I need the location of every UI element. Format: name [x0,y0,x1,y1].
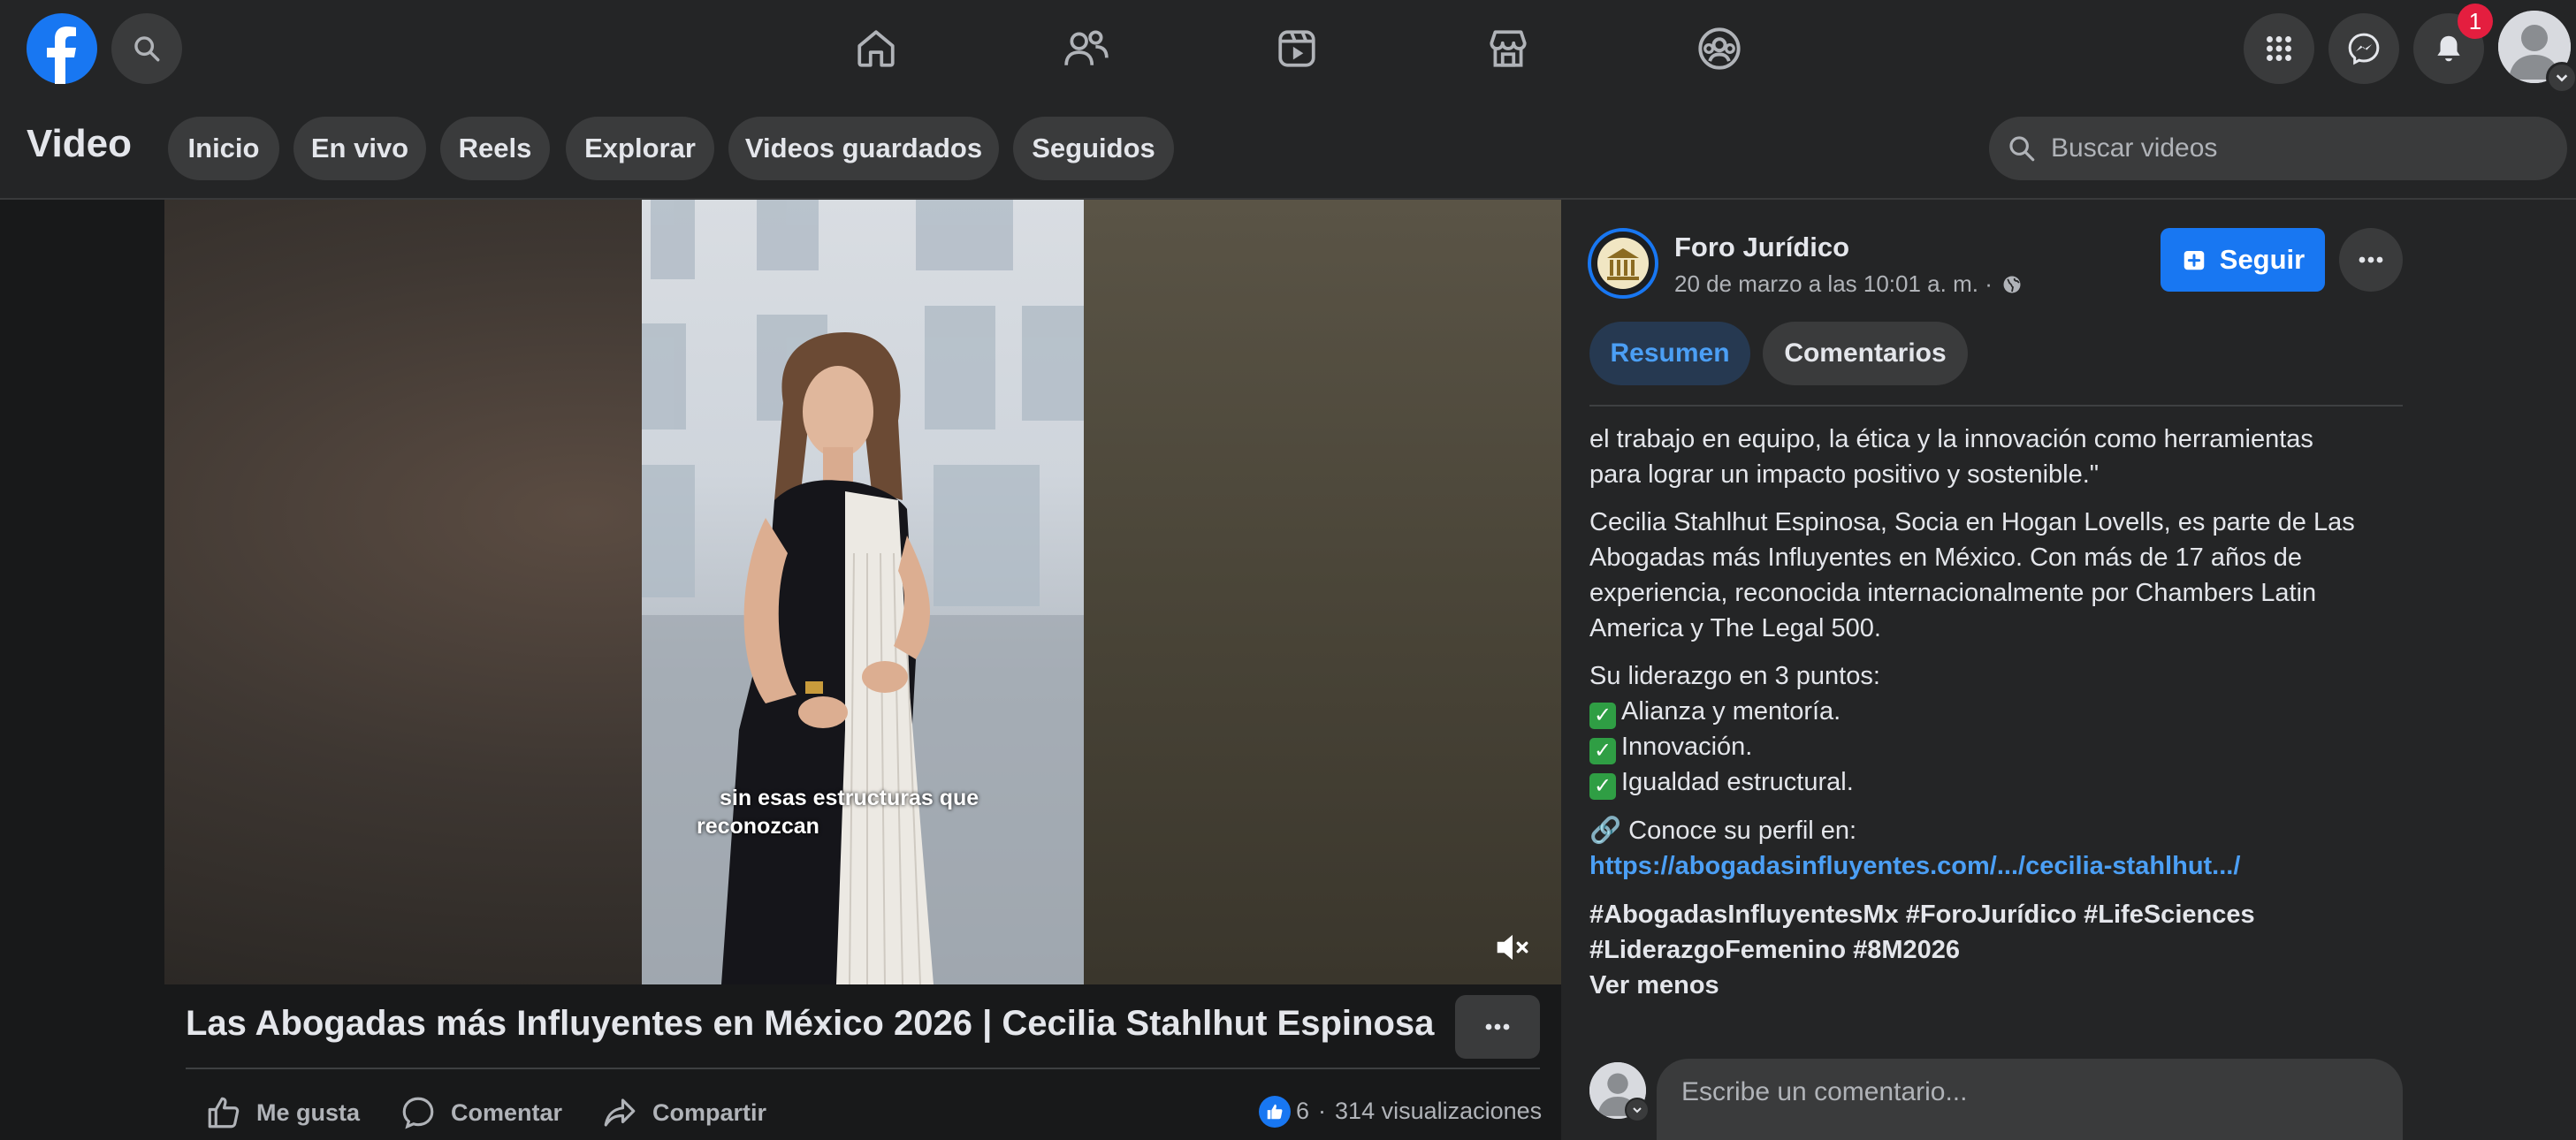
leadership-point: ✓ Innovación. [1589,729,2420,764]
pill-seguidos[interactable]: Seguidos [1013,117,1174,180]
watch-icon [1278,30,1315,67]
check-mark-icon: ✓ [1589,773,1616,800]
description-line: el trabajo en equipo, la ética y la inno… [1589,425,2313,453]
like-button[interactable]: Me gusta [205,1091,360,1135]
description-line: para lograr un impacto positivo y sosten… [1589,460,2100,489]
profile-label: 🔗 Conoce su perfil en: [1589,817,1857,845]
thumbs-up-filled-icon [1267,1104,1283,1120]
follow-label: Seguir [2219,244,2305,275]
pill-en-vivo[interactable]: En vivo [293,117,426,180]
facebook-logo[interactable] [27,13,97,84]
chevron-down-icon [1633,1107,1642,1113]
nav-home[interactable] [827,0,925,97]
search-icon [2009,136,2035,162]
bell-icon [2437,35,2460,62]
video-frame[interactable] [642,200,1084,984]
nav-groups[interactable] [1671,0,1768,97]
view-count: 314 visualizaciones [1335,1098,1543,1124]
video-blurred-background [1084,200,1561,984]
hashtags-line[interactable]: #AbogadasInfluyentesMx #ForoJurídico #Li… [1589,897,2420,932]
nav-watch[interactable] [1248,0,1345,97]
foro-juridico-logo-icon [1597,238,1649,289]
comment-input[interactable] [1680,1076,2373,1108]
notification-badge: 1 [2458,4,2493,39]
video-caption-line-1: sin esas estructuras que [720,786,979,810]
check-mark-icon: ✓ [1589,703,1616,729]
more-dots-icon [2359,256,2383,263]
messenger-button[interactable] [2328,13,2399,84]
follow-page-icon [2184,251,2205,270]
hashtags-section: #AbogadasInfluyentesMx #ForoJurídico #Li… [1589,897,2420,1003]
leadership-point: ✓ Alianza y mentoría. [1589,694,2420,729]
groups-icon [1698,27,1741,70]
messenger-icon [2348,33,2380,65]
stats-separator: · [1318,1098,1327,1124]
post-more-options-button[interactable] [2339,228,2403,292]
pill-explorar[interactable]: Explorar [566,117,714,180]
check-mark-icon: ✓ [1589,738,1616,764]
chevron-down-icon [2556,74,2568,82]
leadership-section: Su liderazgo en 3 puntos: ✓ Alianza y men… [1589,658,2420,800]
comment-label: Comentar [451,1098,563,1126]
search-videos-field[interactable] [1989,117,2567,180]
page-avatar[interactable] [1588,228,1658,299]
facebook-logo-icon [47,27,76,84]
comment-composer[interactable] [1657,1059,2403,1140]
share-arrow-icon [604,1098,636,1127]
leadership-title: Su liderazgo en 3 puntos: [1589,662,1880,690]
video-title-divider [186,1068,1540,1069]
search-button[interactable] [111,13,182,84]
post-description-top: el trabajo en equipo, la ética y la inno… [1589,422,2420,492]
more-dots-icon [1485,1023,1510,1030]
bio-line: Cecilia Stahlhut Espinosa, Socia en Hoga… [1589,508,2355,536]
commenter-switch-chevron[interactable] [1625,1098,1650,1122]
bio-line: Abogadas más Influyentes en México. Con … [1589,543,2303,572]
video-frame-image [642,200,1084,984]
account-menu-chevron[interactable] [2546,62,2576,94]
bio-line: experiencia, reconocida internacionalmen… [1589,579,2317,607]
video-more-options-button[interactable] [1455,995,1540,1059]
hashtags-line[interactable]: #LiderazgoFemenino #8M2026 [1589,932,2420,968]
share-label: Compartir [652,1098,767,1126]
comment-button[interactable]: Comentar [400,1091,562,1135]
like-reaction-icon [1259,1096,1291,1128]
video-caption-line-2: reconozcan [697,814,819,839]
see-less-link[interactable]: Ver menos [1589,968,2420,1003]
leadership-point: ✓ Igualdad estructural. [1589,764,2420,800]
mute-button[interactable] [1490,928,1535,967]
menu-button[interactable] [2244,13,2314,84]
post-bio: Cecilia Stahlhut Espinosa, Socia en Hoga… [1589,505,2420,646]
reaction-count[interactable]: 6 [1296,1098,1309,1125]
profile-link[interactable]: https://abogadasinfluyentes.com/.../ceci… [1589,848,2420,884]
nav-marketplace[interactable] [1459,0,1557,97]
pill-videos-guardados[interactable]: Videos guardados [728,117,999,180]
follow-button[interactable]: Seguir [2161,228,2325,292]
tab-resumen[interactable]: Resumen [1589,322,1750,385]
search-icon [134,36,160,62]
pill-reels[interactable]: Reels [440,117,550,180]
home-icon [857,30,895,67]
pill-inicio[interactable]: Inicio [168,117,279,180]
grid-menu-icon [2267,36,2291,61]
engagement-stats: 6 · 314 visualizaciones [1296,1098,1542,1125]
thumbs-up-icon [208,1097,240,1129]
video-title: Las Abogadas más Influyentes en México 2… [186,1004,1435,1043]
tab-comentarios[interactable]: Comentarios [1763,322,1968,385]
share-button[interactable]: Compartir [601,1091,766,1135]
post-time-text[interactable]: 20 de marzo a las 10:01 a. m. · [1674,270,1993,298]
bio-line: America y The Legal 500. [1589,614,1881,642]
muted-speaker-icon [1497,934,1528,961]
friends-icon [1064,30,1109,65]
search-videos-input[interactable] [2049,133,2512,164]
page-name[interactable]: Foro Jurídico [1674,232,1849,263]
globe-icon [2003,276,2021,293]
page-title: Video [27,122,133,165]
nav-friends[interactable] [1038,0,1135,97]
like-label: Me gusta [256,1098,361,1126]
tabs-divider [1589,405,2403,407]
post-timestamp: 20 de marzo a las 10:01 a. m. · [1674,270,2023,298]
profile-link-section: 🔗 Conoce su perfil en: https://abogadasi… [1589,813,2420,884]
comment-bubble-icon [402,1097,434,1129]
marketplace-icon [1490,30,1527,67]
